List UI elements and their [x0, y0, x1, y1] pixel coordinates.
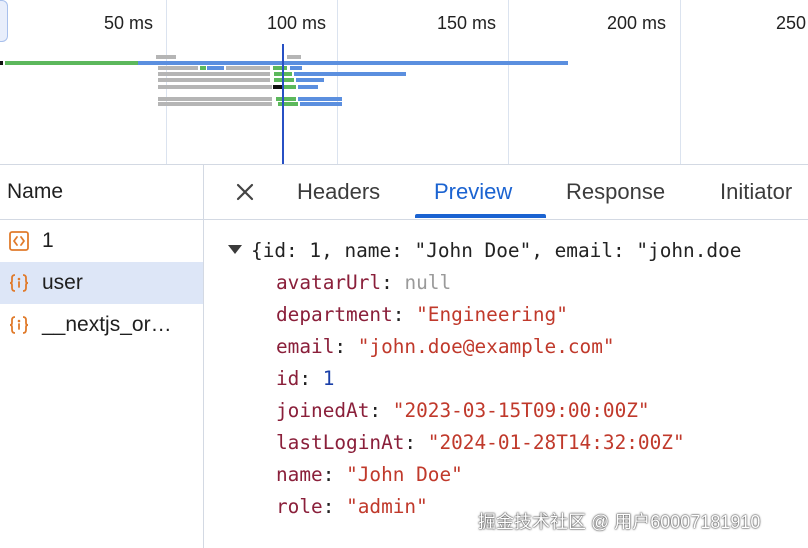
tab-preview[interactable]: Preview	[434, 179, 512, 205]
json-key: lastLoginAt	[276, 431, 405, 454]
json-key: department	[276, 303, 393, 326]
waterfall-bar	[290, 66, 302, 70]
waterfall-bar	[287, 55, 301, 59]
waterfall-bar	[298, 85, 318, 89]
json-value: "2023-03-15T09:00:00Z"	[392, 399, 650, 422]
json-value: "Engineering"	[416, 303, 568, 326]
waterfall-bar	[273, 66, 287, 70]
json-value: 1	[322, 367, 335, 390]
json-value: "2024-01-28T14:32:00Z"	[427, 431, 685, 454]
waterfall-bar	[294, 72, 406, 76]
waterfall-bar	[274, 78, 294, 82]
waterfall-bar	[5, 61, 138, 65]
waterfall-bar	[226, 66, 270, 70]
name-column-header[interactable]: Name	[0, 165, 203, 220]
detail-tabs-bar: Headers Preview Response Initiator	[204, 165, 808, 220]
json-key: id	[276, 367, 300, 390]
waterfall-bar	[138, 61, 568, 65]
expand-triangle-icon[interactable]	[228, 245, 242, 254]
tick-label: 50 ms	[104, 13, 154, 33]
json-value: "admin"	[346, 495, 428, 518]
request-row-document[interactable]: 1	[0, 220, 203, 262]
request-name: 1	[42, 229, 54, 252]
json-key: email	[276, 335, 335, 358]
request-row-nextjs[interactable]: __nextjs_or…	[0, 304, 203, 346]
json-value: null	[404, 271, 452, 294]
tab-headers[interactable]: Headers	[297, 179, 380, 205]
waterfall-bar	[298, 97, 342, 101]
json-icon	[8, 314, 30, 336]
waterfall-bar	[276, 97, 296, 101]
json-property: name: "John Doe"	[276, 463, 463, 486]
json-property: avatarUrl: null	[276, 271, 452, 294]
json-property: id: 1	[276, 367, 335, 390]
waterfall-bar	[158, 97, 272, 101]
tab-initiator[interactable]: Initiator	[720, 179, 792, 205]
request-name: __nextjs_or…	[42, 313, 172, 336]
grid-line	[166, 0, 167, 164]
watermark: 掘金技术社区 @ 用户60007181910	[478, 512, 761, 532]
waterfall-bar	[0, 61, 3, 65]
range-handle[interactable]	[0, 0, 8, 42]
json-key: name	[276, 463, 323, 486]
request-list-panel: Name 1 user __nextjs_or…	[0, 165, 204, 548]
document-icon	[8, 230, 30, 252]
waterfall-bar	[207, 66, 224, 70]
waterfall-bar	[158, 102, 272, 106]
close-icon	[236, 183, 254, 201]
name-header-label: Name	[7, 180, 64, 203]
json-value: "john.doe@example.com"	[357, 335, 615, 358]
json-key: joinedAt	[276, 399, 370, 422]
waterfall-bar	[296, 78, 324, 82]
grid-line	[337, 0, 338, 164]
grid-line	[680, 0, 681, 164]
json-key: role	[276, 495, 323, 518]
waterfall-bar	[300, 102, 342, 106]
json-value: "John Doe"	[346, 463, 463, 486]
json-property: lastLoginAt: "2024-01-28T14:32:00Z"	[276, 431, 685, 454]
waterfall-bar	[158, 85, 272, 89]
tick-label: 150 ms	[437, 13, 497, 33]
request-row-user[interactable]: user	[0, 262, 203, 304]
tick-label: 250	[776, 13, 807, 33]
json-property: department: "Engineering"	[276, 303, 568, 326]
waterfall-bar	[158, 78, 270, 82]
waterfall-bar	[200, 66, 206, 70]
tab-response[interactable]: Response	[566, 179, 665, 205]
json-property: role: "admin"	[276, 495, 428, 518]
waterfall-bar	[284, 85, 296, 89]
active-tab-indicator	[415, 214, 546, 218]
close-button[interactable]	[230, 177, 260, 207]
json-key: avatarUrl	[276, 271, 382, 294]
grid-line	[508, 0, 509, 164]
tick-label: 200 ms	[607, 13, 667, 33]
request-name: user	[42, 271, 83, 294]
json-summary-line[interactable]: {id: 1, name: "John Doe", email: "john.d…	[228, 238, 741, 264]
request-detail-panel: Headers Preview Response Initiator {id: …	[204, 165, 808, 548]
waterfall-bar	[278, 102, 298, 106]
waterfall-bar	[158, 72, 270, 76]
json-property: joinedAt: "2023-03-15T09:00:00Z"	[276, 399, 650, 422]
json-property: email: "john.doe@example.com"	[276, 335, 615, 358]
network-overview-timeline[interactable]: 50 ms 100 ms 150 ms 200 ms 250	[0, 0, 808, 165]
tick-label: 100 ms	[267, 13, 327, 33]
waterfall-bar	[158, 66, 198, 70]
json-icon	[8, 272, 30, 294]
time-cursor-line	[282, 44, 284, 164]
waterfall-bar	[156, 55, 176, 59]
